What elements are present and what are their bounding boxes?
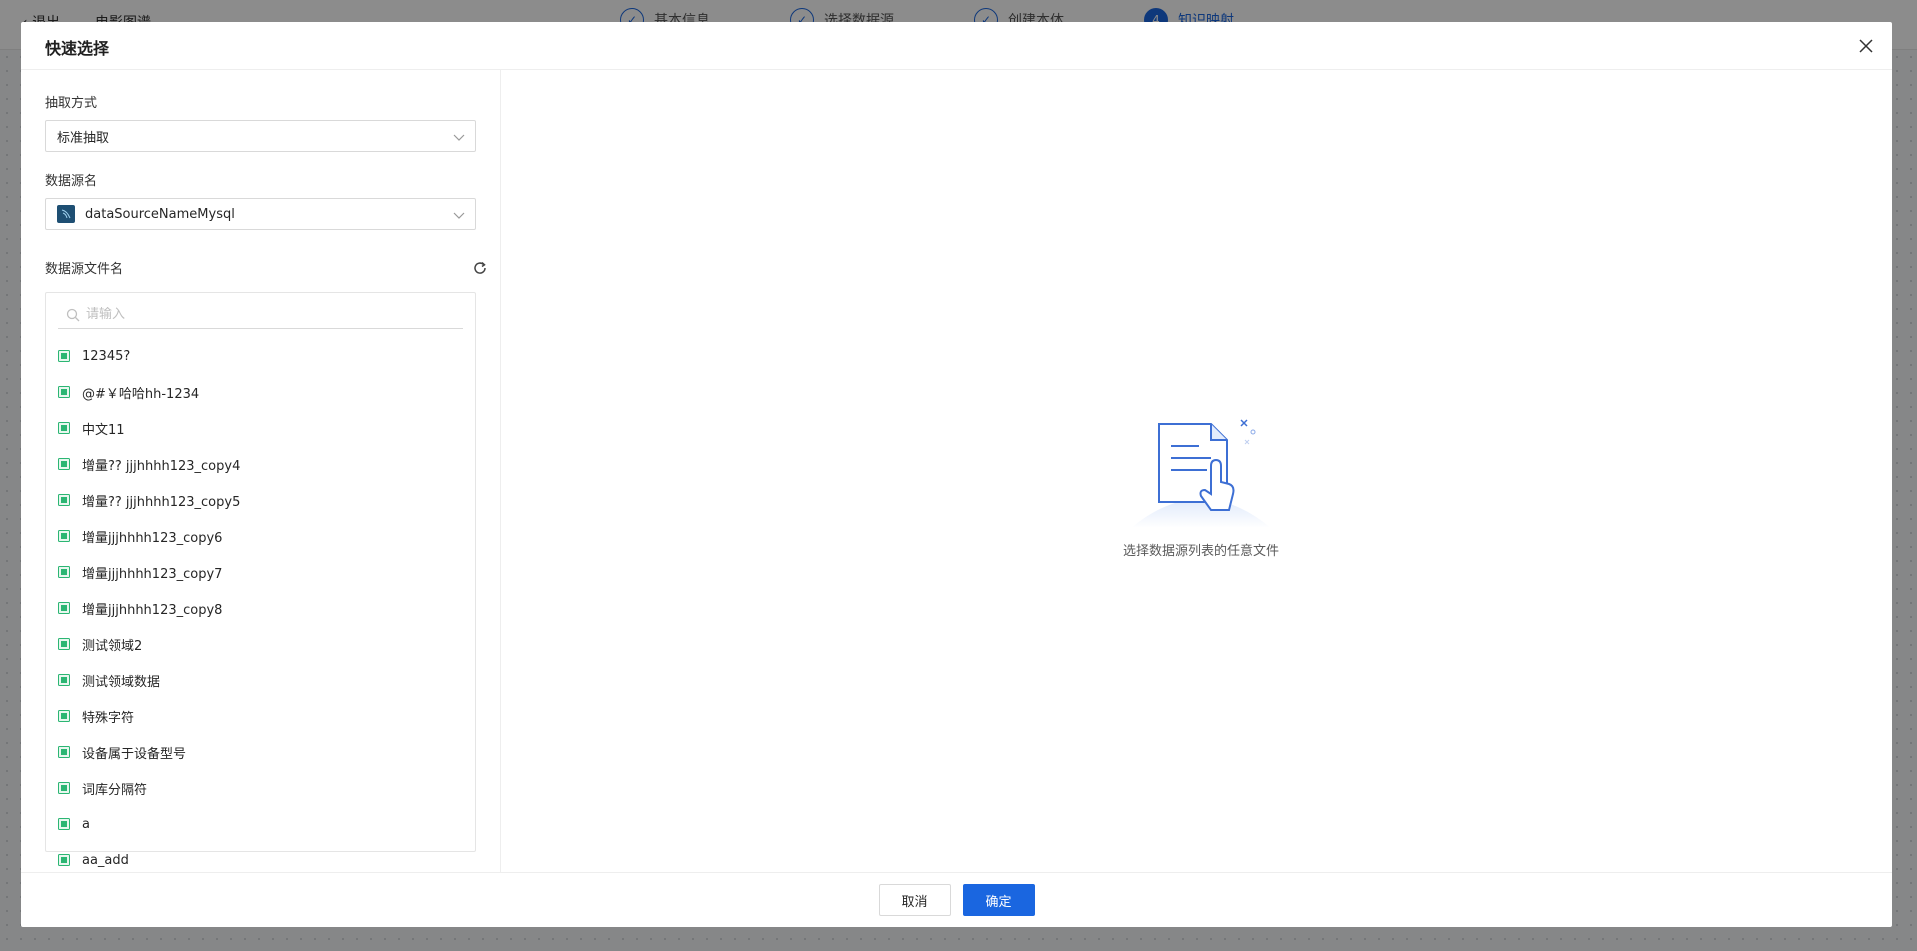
file-name: 增量jjjhhhh123_copy6 (82, 530, 223, 546)
table-file-icon (58, 602, 70, 614)
file-list: 12345? @#￥哈哈hh-1234 中文11 增量?? jjjhhhh123… (46, 338, 475, 872)
extract-method-label: 抽取方式 (45, 96, 98, 111)
list-item[interactable]: @#￥哈哈hh-1234 (46, 374, 475, 410)
file-list-box: 12345? @#￥哈哈hh-1234 中文11 增量?? jjjhhhh123… (45, 292, 476, 868)
file-name: 词库分隔符 (82, 782, 148, 798)
list-item[interactable]: 特殊字符 (46, 698, 475, 734)
datasource-label: 数据源名 (45, 174, 98, 189)
file-list-label: 数据源文件名 (45, 262, 124, 277)
list-item[interactable]: 中文11 (46, 410, 475, 446)
refresh-icon[interactable] (472, 260, 488, 276)
file-name: 增量?? jjjhhhh123_copy4 (82, 458, 241, 474)
modal-footer: 取消 确定 (21, 872, 1892, 927)
datasource-select[interactable]: dataSourceNameMysql (45, 198, 476, 230)
table-file-icon (58, 386, 70, 398)
table-file-icon (58, 854, 70, 866)
list-item[interactable]: 12345? (46, 338, 475, 374)
table-file-icon (58, 458, 70, 470)
file-name: 增量jjjhhhh123_copy7 (82, 566, 223, 582)
list-item[interactable]: 增量?? jjjhhhh123_copy4 (46, 446, 475, 482)
table-file-icon (58, 566, 70, 578)
list-item[interactable]: aa_add (46, 842, 475, 872)
datasource-value: dataSourceNameMysql (85, 206, 235, 222)
list-item[interactable]: a (46, 806, 475, 842)
table-file-icon (58, 818, 70, 830)
chevron-down-icon (453, 134, 465, 141)
file-name: @#￥哈哈hh-1234 (82, 386, 200, 402)
list-item[interactable]: 设备属于设备型号 (46, 734, 475, 770)
close-icon (1859, 39, 1873, 53)
file-name: a (82, 816, 90, 832)
file-name: 12345? (82, 348, 131, 364)
table-file-icon (58, 350, 70, 362)
close-button[interactable] (1854, 34, 1878, 58)
quick-select-modal: 快速选择 抽取方式 标准抽取 数据源名 dataSourceNameMysql … (21, 22, 1892, 927)
file-name: 测试领域数据 (82, 674, 161, 690)
chevron-down-icon (453, 212, 465, 219)
search-icon (66, 308, 80, 321)
list-item[interactable]: 增量jjjhhhh123_copy8 (46, 590, 475, 626)
table-file-icon (58, 746, 70, 758)
file-search (58, 301, 463, 329)
table-file-icon (58, 674, 70, 686)
table-file-icon (58, 782, 70, 794)
document-select-illustration (1131, 419, 1271, 528)
file-search-input[interactable] (86, 307, 446, 322)
file-name: 增量jjjhhhh123_copy8 (82, 602, 223, 618)
file-name: 增量?? jjjhhhh123_copy5 (82, 494, 241, 510)
list-item[interactable]: 测试领域2 (46, 626, 475, 662)
confirm-button[interactable]: 确定 (962, 884, 1035, 916)
extract-method-value: 标准抽取 (57, 130, 110, 146)
file-name: 测试领域2 (82, 638, 143, 654)
list-item[interactable]: 增量?? jjjhhhh123_copy5 (46, 482, 475, 518)
modal-header: 快速选择 (21, 22, 1892, 70)
file-name: 设备属于设备型号 (82, 746, 187, 762)
modal-title: 快速选择 (45, 39, 110, 58)
table-file-icon (58, 494, 70, 506)
table-file-icon (58, 422, 70, 434)
empty-state-text: 选择数据源列表的任意文件 (1122, 544, 1279, 559)
table-file-icon (58, 530, 70, 542)
list-item[interactable]: 词库分隔符 (46, 770, 475, 806)
file-name: aa_add (82, 852, 129, 868)
modal-body: 抽取方式 标准抽取 数据源名 dataSourceNameMysql 数据源文件… (21, 70, 1892, 872)
empty-state: 选择数据源列表的任意文件 (1111, 410, 1291, 559)
table-file-icon (58, 638, 70, 650)
cancel-button[interactable]: 取消 (878, 884, 951, 916)
file-name: 中文11 (82, 422, 125, 438)
list-item[interactable]: 增量jjjhhhh123_copy6 (46, 518, 475, 554)
list-item[interactable]: 测试领域数据 (46, 662, 475, 698)
table-file-icon (58, 710, 70, 722)
list-item[interactable]: 增量jjjhhhh123_copy7 (46, 554, 475, 590)
extract-method-select[interactable]: 标准抽取 (45, 120, 476, 152)
mysql-icon (57, 205, 75, 223)
selection-panel: 抽取方式 标准抽取 数据源名 dataSourceNameMysql 数据源文件… (21, 70, 501, 872)
preview-panel: 选择数据源列表的任意文件 (501, 70, 1892, 872)
file-name: 特殊字符 (82, 710, 135, 726)
